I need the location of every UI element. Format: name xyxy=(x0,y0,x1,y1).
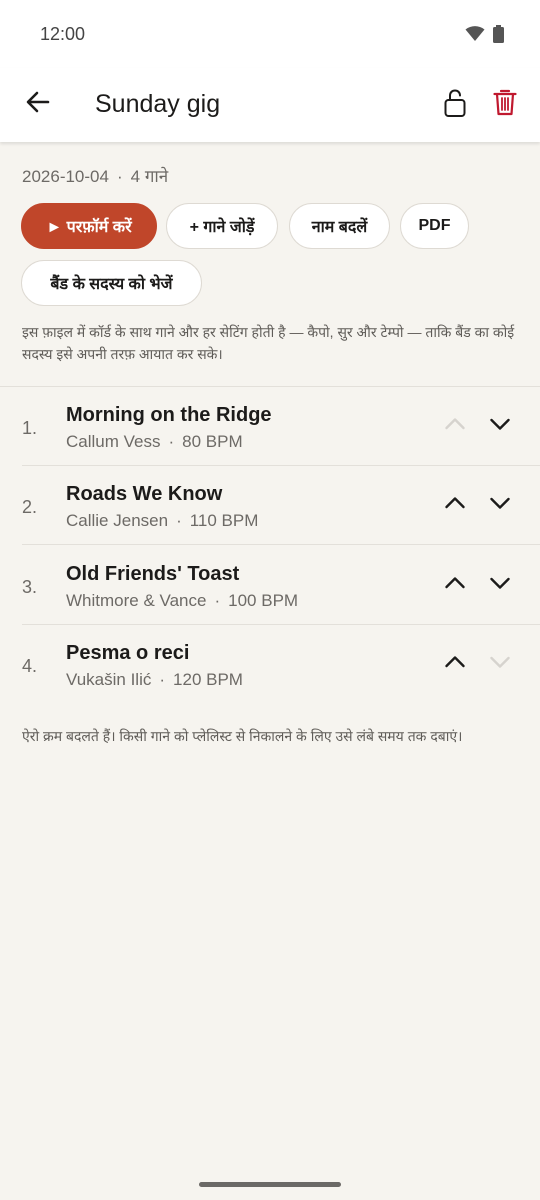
setlist-date: 2026-10-04 xyxy=(22,167,109,186)
page-title: Sunday gig xyxy=(95,90,221,118)
song-artist: Whitmore & Vance xyxy=(66,591,207,610)
meta-separator: · xyxy=(116,167,123,186)
song-separator: · xyxy=(168,432,175,451)
song-artist: Callie Jensen xyxy=(66,511,169,530)
trash-icon xyxy=(493,88,517,121)
status-bar: 12:00 xyxy=(0,0,540,68)
setlist-meta: 2026-10-04 · 4 गाने xyxy=(22,164,168,187)
chevron-up-icon xyxy=(443,412,467,441)
move-up-button xyxy=(440,411,470,441)
status-icons xyxy=(465,25,504,48)
chevron-up-icon xyxy=(443,650,467,679)
share-info-text: इस फ़ाइल में कॉर्ड के साथ गाने और हर सेट… xyxy=(22,324,515,362)
song-row[interactable]: 1. Morning on the Ridge Callum Vess · 80 BPM xyxy=(0,387,540,466)
chevron-up-icon xyxy=(443,491,467,520)
song-separator: · xyxy=(176,511,182,530)
move-down-button[interactable] xyxy=(485,490,515,520)
move-down-button[interactable] xyxy=(485,570,515,600)
song-title: Old Friends' Toast xyxy=(66,563,240,585)
song-bpm: 100 BPM xyxy=(228,591,299,610)
status-time: 12:00 xyxy=(40,24,86,44)
move-down-button xyxy=(485,649,515,679)
song-title: Pesma o reci xyxy=(66,642,190,664)
song-title: Morning on the Ridge xyxy=(66,404,272,426)
song-row[interactable]: 2. Roads We Know Callie Jensen · 110 BPM xyxy=(0,466,540,545)
perform-button[interactable]: ► परफ़ॉर्म करें xyxy=(21,203,157,249)
song-row[interactable]: 3. Old Friends' Toast Whitmore & Vance · 100… xyxy=(0,546,540,625)
song-separator: · xyxy=(159,670,166,689)
song-subtitle: Callie Jensen · 110 BPM xyxy=(66,511,258,531)
song-number: 4. xyxy=(22,656,38,676)
arrow-back-icon xyxy=(25,89,51,120)
song-bpm: 80 BPM xyxy=(182,432,243,451)
move-up-button[interactable] xyxy=(440,490,470,520)
send-to-band-button[interactable]: बैंड के सदस्य को भेजें xyxy=(21,260,202,306)
song-separator: · xyxy=(214,591,221,610)
song-number: 1. xyxy=(22,418,38,438)
pdf-button[interactable]: PDF xyxy=(400,203,469,249)
add-songs-button[interactable]: + गाने जोड़ें xyxy=(166,203,278,249)
song-title: Roads We Know xyxy=(66,483,223,505)
unlock-icon xyxy=(443,88,467,123)
move-up-button[interactable] xyxy=(440,649,470,679)
move-down-button[interactable] xyxy=(485,411,515,441)
song-bpm: 110 BPM xyxy=(189,511,259,530)
move-up-button[interactable] xyxy=(440,570,470,600)
song-artist: Vukašin Ilić xyxy=(66,670,152,689)
app-bar: Sunday gig xyxy=(0,68,540,142)
song-number: 2. xyxy=(22,497,38,517)
home-indicator[interactable] xyxy=(199,1182,341,1187)
song-artist: Callum Vess xyxy=(66,432,161,451)
chevron-down-icon xyxy=(488,650,512,679)
delete-button[interactable] xyxy=(490,87,520,121)
chevron-down-icon xyxy=(488,412,512,441)
back-button[interactable] xyxy=(22,88,54,120)
song-bpm: 120 BPM xyxy=(173,670,243,689)
song-count: 4 गाने xyxy=(130,167,169,186)
row-divider xyxy=(22,544,540,545)
song-subtitle: Whitmore & Vance · 100 BPM xyxy=(66,591,298,611)
song-row[interactable]: 4. Pesma o reci Vukašin Ilić · 120 BPM xyxy=(0,625,540,704)
song-subtitle: Callum Vess · 80 BPM xyxy=(66,432,243,452)
chevron-down-icon xyxy=(488,571,512,600)
battery-icon xyxy=(493,25,504,48)
reorder-hint-text: ऐरो क्रम बदलते हैं। किसी गाने को प्लेलिस… xyxy=(22,728,463,744)
song-subtitle: Vukašin Ilić · 120 BPM xyxy=(66,670,243,690)
chevron-down-icon xyxy=(488,491,512,520)
wifi-icon xyxy=(465,26,485,47)
song-number: 3. xyxy=(22,577,38,597)
chevron-up-icon xyxy=(443,571,467,600)
rename-button[interactable]: नाम बदलें xyxy=(289,203,390,249)
lock-toggle-button[interactable] xyxy=(440,88,470,122)
